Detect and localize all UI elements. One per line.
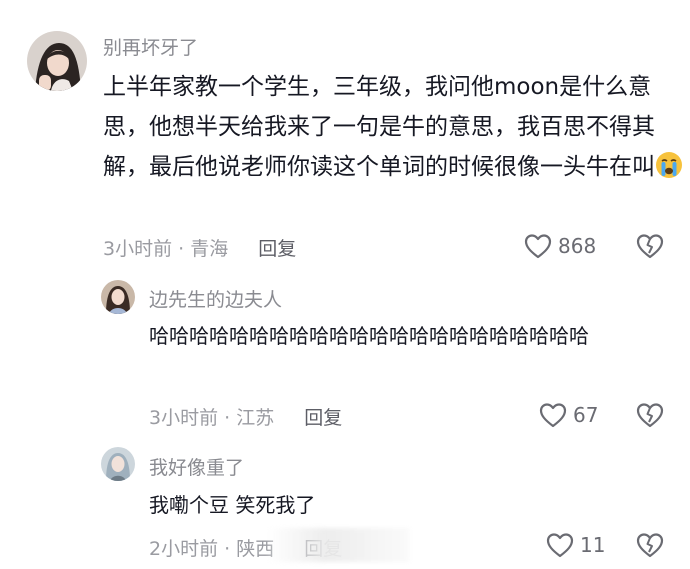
like-button[interactable]: 868 [524,233,596,259]
comment-username[interactable]: 边先生的边夫人 [149,285,282,312]
comment-text: 上半年家教一个学生，三年级，我问他moon是什么意思，他想半天给我来了一句是牛的… [103,67,688,187]
avatar[interactable] [27,31,87,91]
broken-heart-icon [636,533,664,558]
like-button[interactable]: 67 [539,402,598,428]
comment-text: 我嘞个豆 笑死我了 [149,493,316,517]
like-count: 67 [573,403,599,427]
comment-username[interactable]: 我好像重了 [149,453,244,480]
comment-time-location: 3小时前 · 青海 [103,238,229,260]
avatar[interactable] [101,280,135,314]
comment-time-location: 2小时前 · 陕西 [149,538,275,560]
comment-text: 哈哈哈哈哈哈哈哈哈哈哈哈哈哈哈哈哈哈哈哈哈哈 [149,324,589,348]
reply-button[interactable]: 回复 [304,403,342,430]
watermark-blur [268,528,410,562]
dislike-button[interactable] [636,402,664,432]
comment-text-body: 上半年家教一个学生，三年级，我问他moon是什么意思，他想半天给我来了一句是牛的… [103,74,655,180]
heart-outline-icon [546,533,574,558]
comment-username[interactable]: 别再坏牙了 [103,33,198,60]
reply-button[interactable]: 回复 [258,234,296,261]
avatar[interactable] [101,447,135,481]
comment-meta: 3小时前 · 江苏 回复 [149,403,342,430]
broken-heart-icon [636,403,664,428]
like-count: 868 [558,234,597,258]
broken-heart-icon [636,234,664,259]
dislike-button[interactable] [636,233,664,263]
crying-face-emoji-icon [655,151,683,179]
heart-outline-icon [524,234,552,259]
comment-meta: 3小时前 · 青海 回复 [103,234,296,261]
comment-time-location: 3小时前 · 江苏 [149,407,275,429]
heart-outline-icon [539,403,567,428]
like-button[interactable]: 11 [546,532,605,558]
dislike-button[interactable] [636,532,664,562]
like-count: 11 [580,533,606,557]
